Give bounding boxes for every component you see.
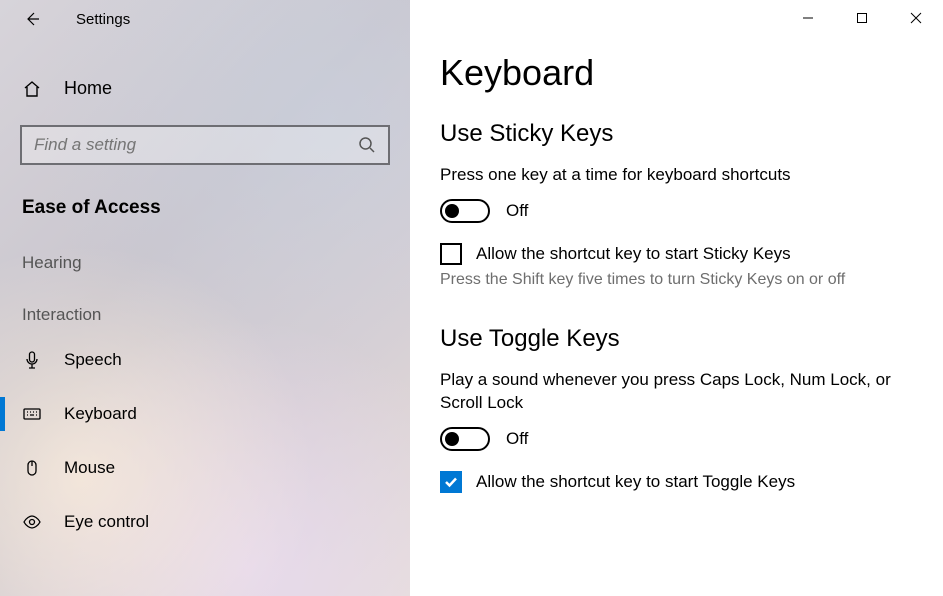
sticky-shortcut-row: Allow the shortcut key to start Sticky K… — [440, 243, 913, 265]
sticky-shortcut-label: Allow the shortcut key to start Sticky K… — [476, 244, 791, 264]
close-icon — [910, 12, 922, 24]
toggle-knob — [445, 204, 459, 218]
sticky-keys-toggle-row: Off — [440, 199, 913, 223]
sticky-keys-toggle[interactable] — [440, 199, 490, 223]
search-icon — [358, 136, 376, 154]
toggle-shortcut-checkbox[interactable] — [440, 471, 462, 493]
toggle-keys-heading: Use Toggle Keys — [440, 325, 913, 353]
minimize-button[interactable] — [781, 0, 835, 36]
sidebar-group-interaction: Interaction — [0, 281, 410, 333]
sidebar-item-keyboard[interactable]: Keyboard — [0, 387, 410, 441]
sidebar-item-label: Keyboard — [64, 404, 137, 424]
toggle-shortcut-row: Allow the shortcut key to start Toggle K… — [440, 471, 913, 493]
search-input[interactable] — [34, 135, 358, 155]
sticky-keys-desc: Press one key at a time for keyboard sho… — [440, 164, 913, 187]
sidebar-group-hearing: Hearing — [0, 229, 410, 281]
home-label: Home — [64, 78, 112, 99]
microphone-icon — [22, 350, 42, 370]
main-panel: Keyboard Use Sticky Keys Press one key a… — [410, 0, 943, 596]
toggle-keys-toggle-row: Off — [440, 427, 913, 451]
app-title: Settings — [76, 11, 130, 28]
toggle-keys-toggle-state: Off — [506, 429, 528, 449]
check-icon — [444, 475, 458, 489]
sidebar-item-label: Mouse — [64, 458, 115, 478]
toggle-knob — [445, 432, 459, 446]
sidebar-category: Ease of Access — [0, 183, 410, 229]
page-title: Keyboard — [440, 52, 913, 94]
window-controls — [781, 0, 943, 36]
sticky-keys-heading: Use Sticky Keys — [440, 120, 913, 148]
maximize-button[interactable] — [835, 0, 889, 36]
toggle-shortcut-label: Allow the shortcut key to start Toggle K… — [476, 472, 795, 492]
sidebar: Settings Home Ease of Access Hearing Int… — [0, 0, 410, 596]
sidebar-item-label: Speech — [64, 350, 122, 370]
titlebar-left: Settings — [0, 0, 410, 38]
toggle-keys-desc: Play a sound whenever you press Caps Loc… — [440, 369, 913, 415]
home-icon — [22, 79, 42, 99]
back-button[interactable] — [14, 1, 50, 37]
sidebar-item-mouse[interactable]: Mouse — [0, 441, 410, 495]
mouse-icon — [22, 458, 42, 478]
sidebar-item-speech[interactable]: Speech — [0, 333, 410, 387]
sidebar-item-label: Eye control — [64, 512, 149, 532]
eye-icon — [22, 512, 42, 532]
toggle-keys-toggle[interactable] — [440, 427, 490, 451]
keyboard-icon — [22, 404, 42, 424]
minimize-icon — [802, 12, 814, 24]
search-wrap — [20, 125, 390, 165]
sticky-shortcut-hint: Press the Shift key five times to turn S… — [440, 271, 913, 289]
arrow-left-icon — [24, 11, 40, 27]
home-nav[interactable]: Home — [0, 58, 410, 119]
settings-window: Settings Home Ease of Access Hearing Int… — [0, 0, 943, 596]
sticky-shortcut-checkbox[interactable] — [440, 243, 462, 265]
sidebar-item-eye-control[interactable]: Eye control — [0, 495, 410, 549]
close-button[interactable] — [889, 0, 943, 36]
sticky-keys-toggle-state: Off — [506, 201, 528, 221]
search-box[interactable] — [20, 125, 390, 165]
maximize-icon — [856, 12, 868, 24]
